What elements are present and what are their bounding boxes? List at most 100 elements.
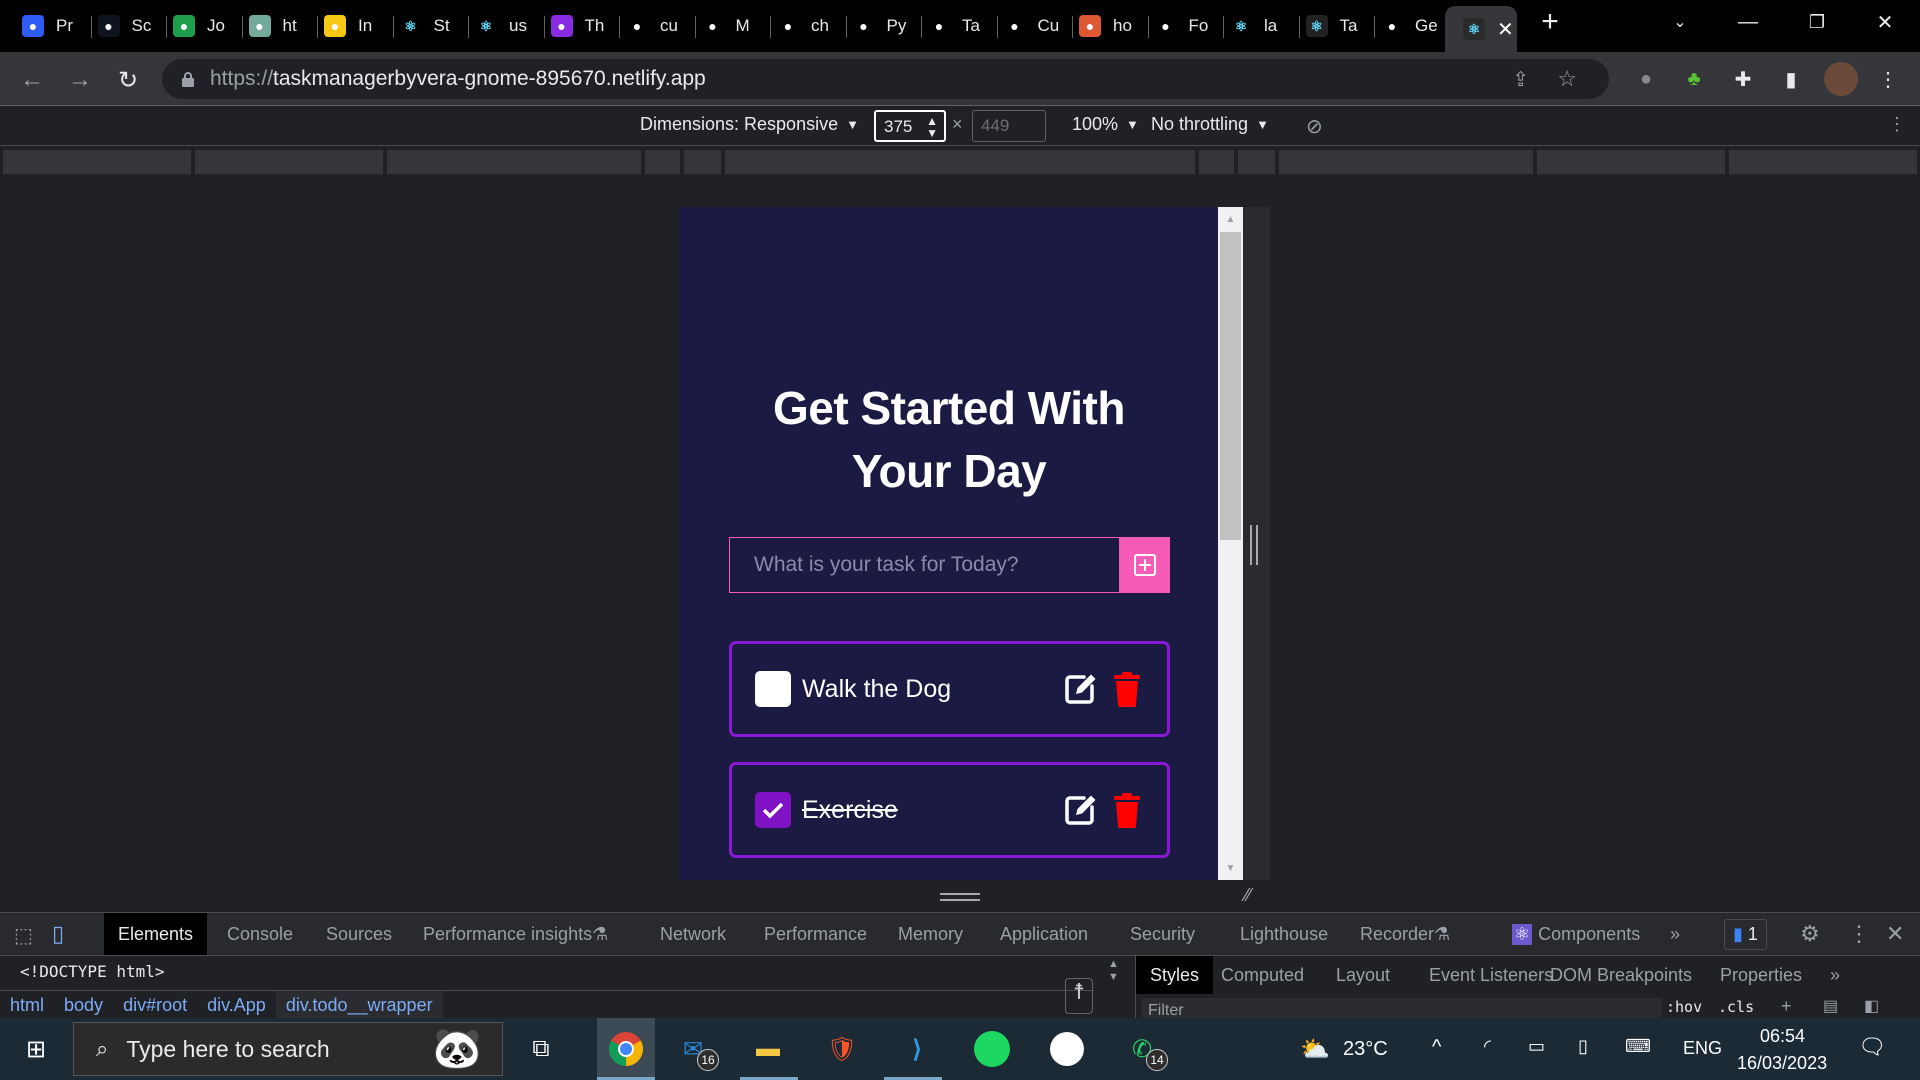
height-input[interactable]: 449 bbox=[972, 110, 1046, 142]
mail-icon[interactable]: ✉ 16 bbox=[673, 1029, 719, 1071]
windows-start-icon[interactable]: ⊞ bbox=[16, 1029, 56, 1069]
browser-tab[interactable]: ● Ta bbox=[928, 8, 998, 44]
scroll-up-down-arrows[interactable]: ▲ ▼ bbox=[1108, 958, 1119, 984]
hov-button[interactable]: :hov bbox=[1666, 998, 1702, 1016]
scroll-up-arrow[interactable]: ▲ bbox=[1218, 211, 1243, 227]
resize-handle-right[interactable] bbox=[1250, 525, 1258, 565]
sidebar-more-button[interactable]: » bbox=[1816, 956, 1854, 994]
breadcrumb-item[interactable]: body bbox=[54, 991, 113, 1019]
resize-handle-corner[interactable]: ⁄⁄ bbox=[1245, 885, 1267, 907]
more-tabs-button[interactable]: » bbox=[1656, 913, 1694, 955]
bug-extension-icon[interactable]: ● bbox=[1631, 64, 1661, 94]
devtools-tab-memory[interactable]: Memory bbox=[884, 913, 977, 955]
keyboard-icon[interactable]: ⌨ bbox=[1625, 1036, 1651, 1057]
browser-tab[interactable]: ⚛ us bbox=[475, 8, 545, 44]
devtools-tab-sources[interactable]: Sources bbox=[312, 913, 406, 955]
browser-tab[interactable]: ● Py bbox=[852, 8, 922, 44]
viewport-scrollbar[interactable]: ▲ ▼ bbox=[1218, 207, 1243, 880]
devtools-tab-elements[interactable]: Elements bbox=[104, 913, 208, 955]
device-toolbar-menu-icon[interactable]: ⋮ bbox=[1888, 114, 1906, 135]
todo-checkbox[interactable] bbox=[755, 671, 791, 707]
browser-menu-icon[interactable]: ⋮ bbox=[1873, 64, 1903, 94]
restore-button[interactable]: ❐ bbox=[1787, 0, 1847, 44]
html-tree-extension-icon[interactable]: ♣ bbox=[1679, 64, 1709, 94]
browser-tab[interactable]: ● Cu bbox=[1003, 8, 1073, 44]
resize-handle-bottom[interactable] bbox=[940, 893, 980, 901]
back-button[interactable]: ← bbox=[16, 64, 48, 96]
devtools-tab-application[interactable]: Application bbox=[986, 913, 1102, 955]
devtools-tab-console[interactable]: Console bbox=[213, 913, 307, 955]
sidebar-tab-styles[interactable]: Styles bbox=[1136, 956, 1214, 994]
weather-icon[interactable]: ⛅ bbox=[1295, 1029, 1335, 1069]
browser-tab[interactable]: ⚛ la bbox=[1230, 8, 1300, 44]
zoom-dropdown[interactable]: 100% ▼ bbox=[1072, 114, 1139, 135]
devtools-tab-performance-insights[interactable]: Performance insights ⚗ bbox=[409, 913, 622, 955]
minimize-button[interactable]: — bbox=[1718, 0, 1778, 44]
accessibility-icon[interactable]: ☨ bbox=[1065, 978, 1093, 1014]
browser-tab[interactable]: ● ho bbox=[1079, 8, 1149, 44]
sidebar-tab-computed[interactable]: Computed bbox=[1207, 956, 1318, 994]
devtools-tab-security[interactable]: Security bbox=[1116, 913, 1209, 955]
sidebar-tab-layout[interactable]: Layout bbox=[1322, 956, 1404, 994]
computed-styles-icon[interactable]: ▤ bbox=[1823, 996, 1838, 1016]
browser-tab[interactable]: ● Pr bbox=[22, 8, 92, 44]
notifications-icon[interactable]: 🗨 bbox=[1858, 1034, 1886, 1060]
new-tab-button[interactable]: + bbox=[1520, 0, 1580, 44]
rotate-icon[interactable]: ⊘ bbox=[1306, 114, 1323, 139]
profile-avatar[interactable] bbox=[1824, 62, 1858, 96]
edit-icon[interactable] bbox=[1062, 792, 1098, 828]
sidebar-tab-properties[interactable]: Properties bbox=[1706, 956, 1816, 994]
file-explorer-icon[interactable]: ▬ bbox=[748, 1029, 788, 1069]
browser-tab[interactable]: ● Sc bbox=[97, 8, 167, 44]
add-task-button[interactable] bbox=[1120, 537, 1170, 593]
browser-tab[interactable]: ● ht bbox=[248, 8, 318, 44]
cls-button[interactable]: .cls bbox=[1718, 998, 1754, 1016]
tab-search-chevron-icon[interactable]: ⌄ bbox=[1650, 0, 1710, 44]
task-input[interactable] bbox=[729, 537, 1120, 593]
trash-icon[interactable] bbox=[1109, 792, 1145, 828]
close-devtools-icon[interactable]: ✕ bbox=[1886, 921, 1904, 947]
chrome-icon[interactable] bbox=[597, 1018, 655, 1080]
taskbar-search[interactable]: ⌕ Type here to search 🐼 bbox=[73, 1022, 503, 1076]
settings-gear-icon[interactable]: ⚙ bbox=[1800, 921, 1820, 947]
width-input[interactable]: 375 ▲ ▼ bbox=[874, 110, 946, 142]
throttling-dropdown[interactable]: No throttling ▼ bbox=[1151, 114, 1269, 135]
breadcrumb-item[interactable]: div.App bbox=[197, 991, 276, 1019]
scrollbar-thumb[interactable] bbox=[1220, 232, 1241, 540]
share-icon[interactable]: ⇪ bbox=[1512, 67, 1529, 92]
new-style-rule-icon[interactable]: + bbox=[1781, 996, 1792, 1017]
browser-tab[interactable]: ● ch bbox=[777, 8, 847, 44]
battery-icon[interactable]: ▭ bbox=[1528, 1036, 1545, 1057]
toggle-sidebar-icon[interactable]: ◧ bbox=[1864, 996, 1879, 1016]
sidebar-tab-dom-breakpoints[interactable]: DOM Breakpoints bbox=[1536, 956, 1706, 994]
device-toggle-icon[interactable]: ▯ bbox=[52, 921, 64, 947]
breadcrumb-item[interactable]: div.todo__wrapper bbox=[275, 990, 443, 1019]
brave-icon[interactable]: 🛡 bbox=[822, 1029, 862, 1069]
task-view-icon[interactable]: ⧉ bbox=[521, 1029, 561, 1069]
browser-tab[interactable]: ⚛ Ta bbox=[1305, 8, 1375, 44]
devtools-tab-network[interactable]: Network bbox=[646, 913, 740, 955]
side-panel-icon[interactable]: ▮ bbox=[1776, 64, 1806, 94]
forward-button[interactable]: → bbox=[64, 64, 96, 96]
devtools-tab-lighthouse[interactable]: Lighthouse bbox=[1226, 913, 1342, 955]
dom-doctype-line[interactable]: <!DOCTYPE html> bbox=[20, 962, 165, 981]
weather-temp[interactable]: 23°C bbox=[1343, 1038, 1388, 1061]
devtools-menu-icon[interactable]: ⋮ bbox=[1848, 921, 1870, 947]
devtools-tab-components[interactable]: ⚛ Components bbox=[1498, 913, 1654, 955]
browser-tab[interactable]: ● M bbox=[701, 8, 771, 44]
vscode-icon[interactable]: ⟩ bbox=[897, 1029, 937, 1069]
browser-tab[interactable]: ⚛ St bbox=[399, 8, 469, 44]
meet-now-icon[interactable]: ▯ bbox=[1578, 1036, 1588, 1057]
browser-tab[interactable]: ● Fo bbox=[1154, 8, 1224, 44]
todo-checkbox-checked[interactable] bbox=[755, 792, 791, 828]
breadcrumb-item[interactable]: div#root bbox=[113, 991, 197, 1019]
slack-icon[interactable] bbox=[1047, 1029, 1087, 1069]
browser-tab[interactable]: ● Ge bbox=[1381, 8, 1451, 44]
media-query-bar[interactable] bbox=[3, 150, 1917, 174]
clock-date[interactable]: 16/03/2023 bbox=[1737, 1053, 1827, 1074]
devtools-tab-performance[interactable]: Performance bbox=[750, 913, 881, 955]
wifi-icon[interactable]: ◜ bbox=[1484, 1036, 1491, 1057]
dimensions-dropdown[interactable]: Dimensions: Responsive ▼ bbox=[640, 114, 859, 135]
browser-tab[interactable]: ● cu bbox=[626, 8, 696, 44]
browser-tab[interactable]: ● Jo bbox=[173, 8, 243, 44]
